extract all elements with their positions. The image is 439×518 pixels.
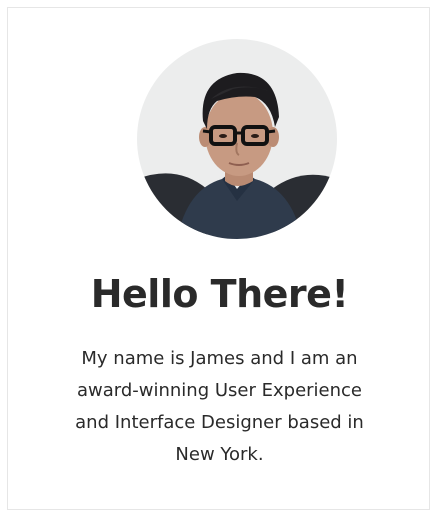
bio-text: My name is James and I am an award-winni… xyxy=(50,343,389,471)
profile-card: Hello There! My name is James and I am a… xyxy=(7,7,430,510)
profile-avatar xyxy=(137,39,337,239)
avatar-photo-icon xyxy=(137,39,337,239)
page-title: Hello There! xyxy=(90,272,349,316)
bio-line: award-winning User Experience xyxy=(76,380,362,401)
bio-line: New York. xyxy=(175,444,264,465)
bio-line: and Interface Designer based in xyxy=(75,412,364,433)
bio-line: My name is James and I am an xyxy=(81,348,358,369)
